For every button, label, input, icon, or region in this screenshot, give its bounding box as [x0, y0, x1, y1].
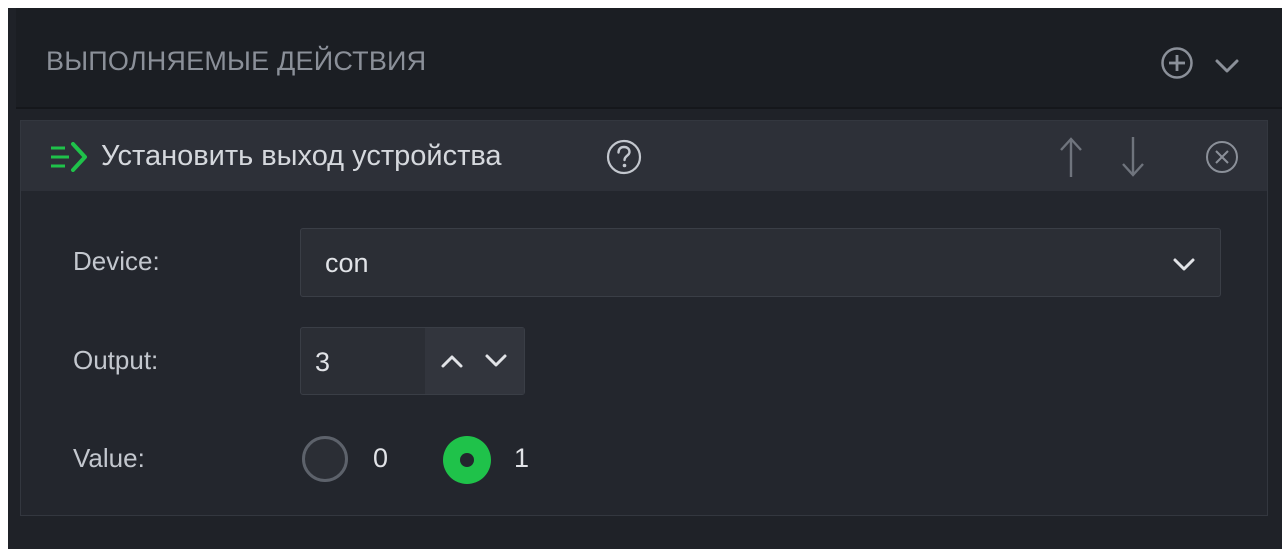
value-radio-1[interactable]: [443, 436, 491, 484]
arrow-up-icon[interactable]: [1057, 135, 1085, 179]
output-value[interactable]: 3: [315, 347, 330, 378]
output-stepper[interactable]: 3: [300, 327, 525, 395]
device-select-value: con: [325, 248, 369, 278]
arrow-down-icon[interactable]: [1119, 135, 1147, 179]
section-header: ВЫПОЛНЯЕМЫЕ ДЕЙСТВИЯ: [16, 8, 1282, 109]
actions-section: ВЫПОЛНЯЕМЫЕ ДЕЙСТВИЯ Установить выход ус…: [8, 8, 1282, 549]
action-header: Установить выход устройства: [21, 121, 1267, 191]
chevron-up-icon[interactable]: [437, 348, 467, 374]
value-option-1-label: 1: [514, 443, 530, 473]
section-title: ВЫПОЛНЯЕМЫЕ ДЕЙСТВИЯ: [46, 46, 427, 76]
value-option-0-label: 0: [373, 443, 389, 473]
close-circle-icon[interactable]: [1203, 138, 1241, 176]
value-radio-0[interactable]: [302, 436, 348, 482]
question-circle-icon[interactable]: [605, 138, 643, 176]
chevron-down-icon[interactable]: [1210, 50, 1244, 80]
device-select[interactable]: con: [300, 228, 1221, 297]
chevron-down-icon[interactable]: [1169, 251, 1199, 277]
device-label: Device:: [73, 246, 160, 276]
plus-circle-icon[interactable]: [1160, 46, 1194, 80]
action-title: Установить выход устройства: [101, 140, 502, 172]
action-panel: Установить выход устройства Device: con …: [20, 120, 1268, 516]
output-label: Output:: [73, 345, 159, 375]
set-output-arrow-icon: [51, 142, 87, 172]
stepper-buttons: [425, 328, 524, 394]
value-label: Value:: [73, 443, 145, 473]
chevron-down-icon[interactable]: [481, 348, 511, 374]
